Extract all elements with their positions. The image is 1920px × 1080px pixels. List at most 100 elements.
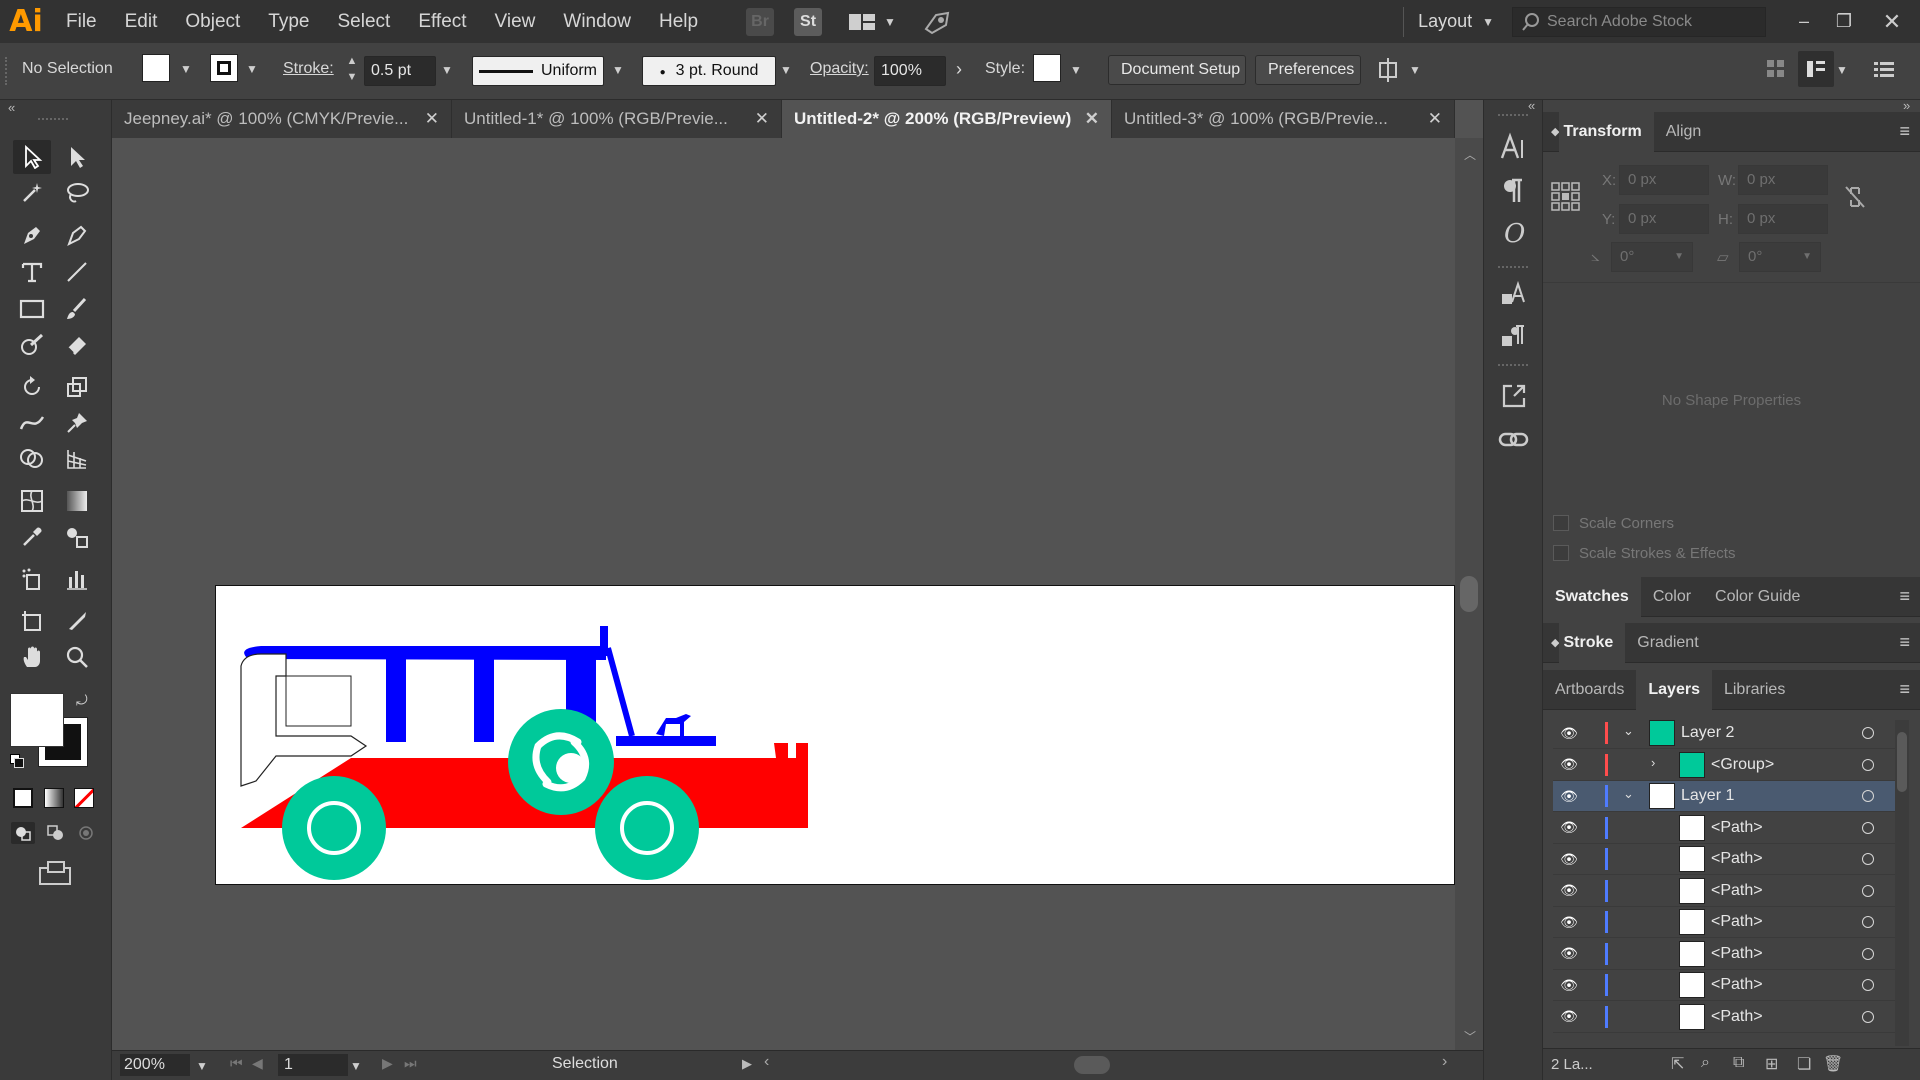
gpu-performance-button[interactable]	[922, 9, 952, 35]
panel-menu-icon[interactable]: ≡	[1899, 121, 1910, 142]
menu-edit[interactable]: Edit	[111, 0, 172, 43]
status-menu-arrow[interactable]: ▶	[742, 1056, 752, 1072]
direct-selection-tool[interactable]	[58, 140, 96, 174]
scale-strokes-checkbox[interactable]	[1553, 545, 1569, 561]
scale-corners-checkbox[interactable]	[1553, 515, 1569, 531]
menu-window[interactable]: Window	[549, 0, 645, 43]
fill-swatch[interactable]	[142, 54, 170, 82]
layer-name[interactable]: <Path>	[1711, 850, 1763, 868]
front-wheel[interactable]	[282, 776, 386, 880]
layer-name[interactable]: Layer 1	[1681, 787, 1734, 805]
control-bar-menu[interactable]	[1874, 59, 1894, 79]
curvature-tool[interactable]	[58, 218, 96, 252]
scroll-down-arrow[interactable]: ﹀	[1464, 1028, 1476, 1045]
layer-row[interactable]: 👁 › <Group>	[1553, 750, 1900, 781]
panel-menu-icon[interactable]: ≡	[1899, 586, 1910, 607]
tab-swatches[interactable]: Swatches	[1543, 576, 1641, 617]
zoom-level-field[interactable]: 200%	[120, 1054, 190, 1076]
hand-tool[interactable]	[13, 640, 51, 674]
hood-horse-ornament[interactable]	[656, 714, 691, 736]
scroll-up-arrow[interactable]: ︿	[1464, 146, 1476, 163]
tab-artboards[interactable]: Artboards	[1543, 670, 1636, 710]
layer-target-icon[interactable]	[1862, 916, 1874, 928]
windshield-frame[interactable]	[605, 647, 635, 737]
character-styles-button[interactable]	[1500, 280, 1528, 308]
visibility-eye-icon[interactable]: 👁	[1557, 788, 1581, 805]
document-tab[interactable]: Untitled-2* @ 200% (RGB/Preview) ✕	[782, 100, 1112, 138]
tab-transform[interactable]: Transform	[1559, 111, 1654, 152]
links-panel-button[interactable]	[1498, 428, 1530, 452]
layer-target-icon[interactable]	[1862, 821, 1874, 834]
visibility-eye-icon[interactable]: 👁	[1557, 882, 1581, 899]
hood-trim[interactable]	[616, 736, 716, 746]
pen-tool[interactable]	[13, 218, 51, 252]
panel-menu-icon[interactable]: ≡	[1899, 632, 1910, 653]
window-pillar-1[interactable]	[386, 652, 406, 742]
toolbar-grip[interactable]	[38, 118, 68, 120]
arrange-documents-button[interactable]: ▼	[848, 12, 896, 32]
draw-inside-button[interactable]	[74, 822, 98, 844]
layer-target-icon[interactable]	[1862, 790, 1874, 802]
layers-scrollbar[interactable]	[1895, 720, 1909, 1046]
layer-name[interactable]: <Path>	[1711, 913, 1763, 931]
layer-row[interactable]: 👁 ⌄ Layer 2	[1553, 718, 1900, 749]
paragraph-panel-button[interactable]	[1502, 178, 1524, 204]
y-field[interactable]: 0 px	[1619, 204, 1709, 234]
next-artboard-button[interactable]: ▶	[382, 1055, 393, 1072]
expand-dock-button[interactable]: «	[1528, 98, 1535, 113]
close-tab-icon[interactable]: ✕	[1075, 109, 1099, 129]
properties-toggle[interactable]	[1798, 51, 1834, 87]
layer-name[interactable]: <Path>	[1711, 976, 1763, 994]
menu-help[interactable]: Help	[645, 0, 712, 43]
stroke-profile-select[interactable]: Uniform	[472, 56, 604, 86]
blend-tool[interactable]	[58, 520, 96, 554]
cab-window[interactable]	[285, 675, 352, 727]
color-mode-button[interactable]	[13, 788, 33, 808]
vertical-scrollbar[interactable]: ︿ ﹀	[1455, 138, 1483, 1050]
symbol-sprayer-tool[interactable]	[13, 562, 51, 596]
export-layers-icon[interactable]: ⇱	[1671, 1054, 1684, 1074]
width-tool[interactable]	[13, 406, 51, 440]
layers-scroll-thumb[interactable]	[1897, 732, 1907, 792]
layer-row[interactable]: 👁 <Path>	[1553, 813, 1900, 844]
line-segment-tool[interactable]	[58, 255, 96, 289]
tab-libraries[interactable]: Libraries	[1712, 670, 1797, 710]
document-tab[interactable]: Untitled-1* @ 100% (RGB/Previe... ✕	[452, 100, 782, 138]
column-graph-tool[interactable]	[58, 562, 96, 596]
magic-wand-tool[interactable]	[13, 176, 51, 210]
quick-actions-button[interactable]	[1376, 57, 1402, 83]
canvas-area[interactable]	[112, 138, 1455, 1050]
draw-normal-button[interactable]	[11, 822, 35, 844]
visibility-eye-icon[interactable]: 👁	[1557, 977, 1581, 994]
gradient-mode-button[interactable]	[44, 788, 64, 808]
visibility-eye-icon[interactable]: 👁	[1557, 851, 1581, 868]
layer-row[interactable]: 👁 <Path>	[1553, 876, 1900, 907]
graphic-style-swatch[interactable]	[1033, 54, 1061, 82]
layer-row[interactable]: 👁 <Path>	[1553, 970, 1900, 1001]
delete-layer-icon[interactable]: 🗑	[1823, 1054, 1843, 1074]
layer-name[interactable]: <Path>	[1711, 819, 1763, 837]
menu-file[interactable]: File	[52, 0, 111, 43]
opacity-field[interactable]: 100%	[874, 56, 946, 86]
last-artboard-button[interactable]: ⏭	[404, 1055, 417, 1072]
brush-definition-select[interactable]: ● 3 pt. Round	[642, 56, 776, 86]
tab-layers[interactable]: Layers	[1636, 669, 1712, 710]
change-screen-mode-button[interactable]	[38, 860, 72, 886]
tab-stroke[interactable]: Stroke	[1559, 622, 1626, 663]
layer-row[interactable]: 👁 <Path>	[1553, 939, 1900, 970]
scale-tool[interactable]	[58, 370, 96, 404]
window-pillar-2[interactable]	[474, 652, 494, 742]
width-field[interactable]: 0 px	[1738, 165, 1828, 195]
layer-row[interactable]: 👁 ⌄ Layer 1	[1553, 781, 1900, 812]
constrain-proportions-button[interactable]	[1843, 184, 1867, 210]
minimize-button[interactable]: –	[1784, 11, 1824, 32]
draw-behind-button[interactable]	[44, 822, 68, 844]
lasso-tool[interactable]	[58, 176, 96, 210]
rotate-tool[interactable]	[13, 370, 51, 404]
first-artboard-button[interactable]: ⏮	[230, 1055, 243, 1072]
layer-target-icon[interactable]	[1862, 884, 1874, 897]
previous-artboard-button[interactable]: ◀	[252, 1055, 263, 1072]
tab-color[interactable]: Color	[1641, 577, 1703, 617]
control-bar-grip[interactable]	[5, 57, 13, 85]
character-panel-button[interactable]	[1498, 132, 1528, 162]
